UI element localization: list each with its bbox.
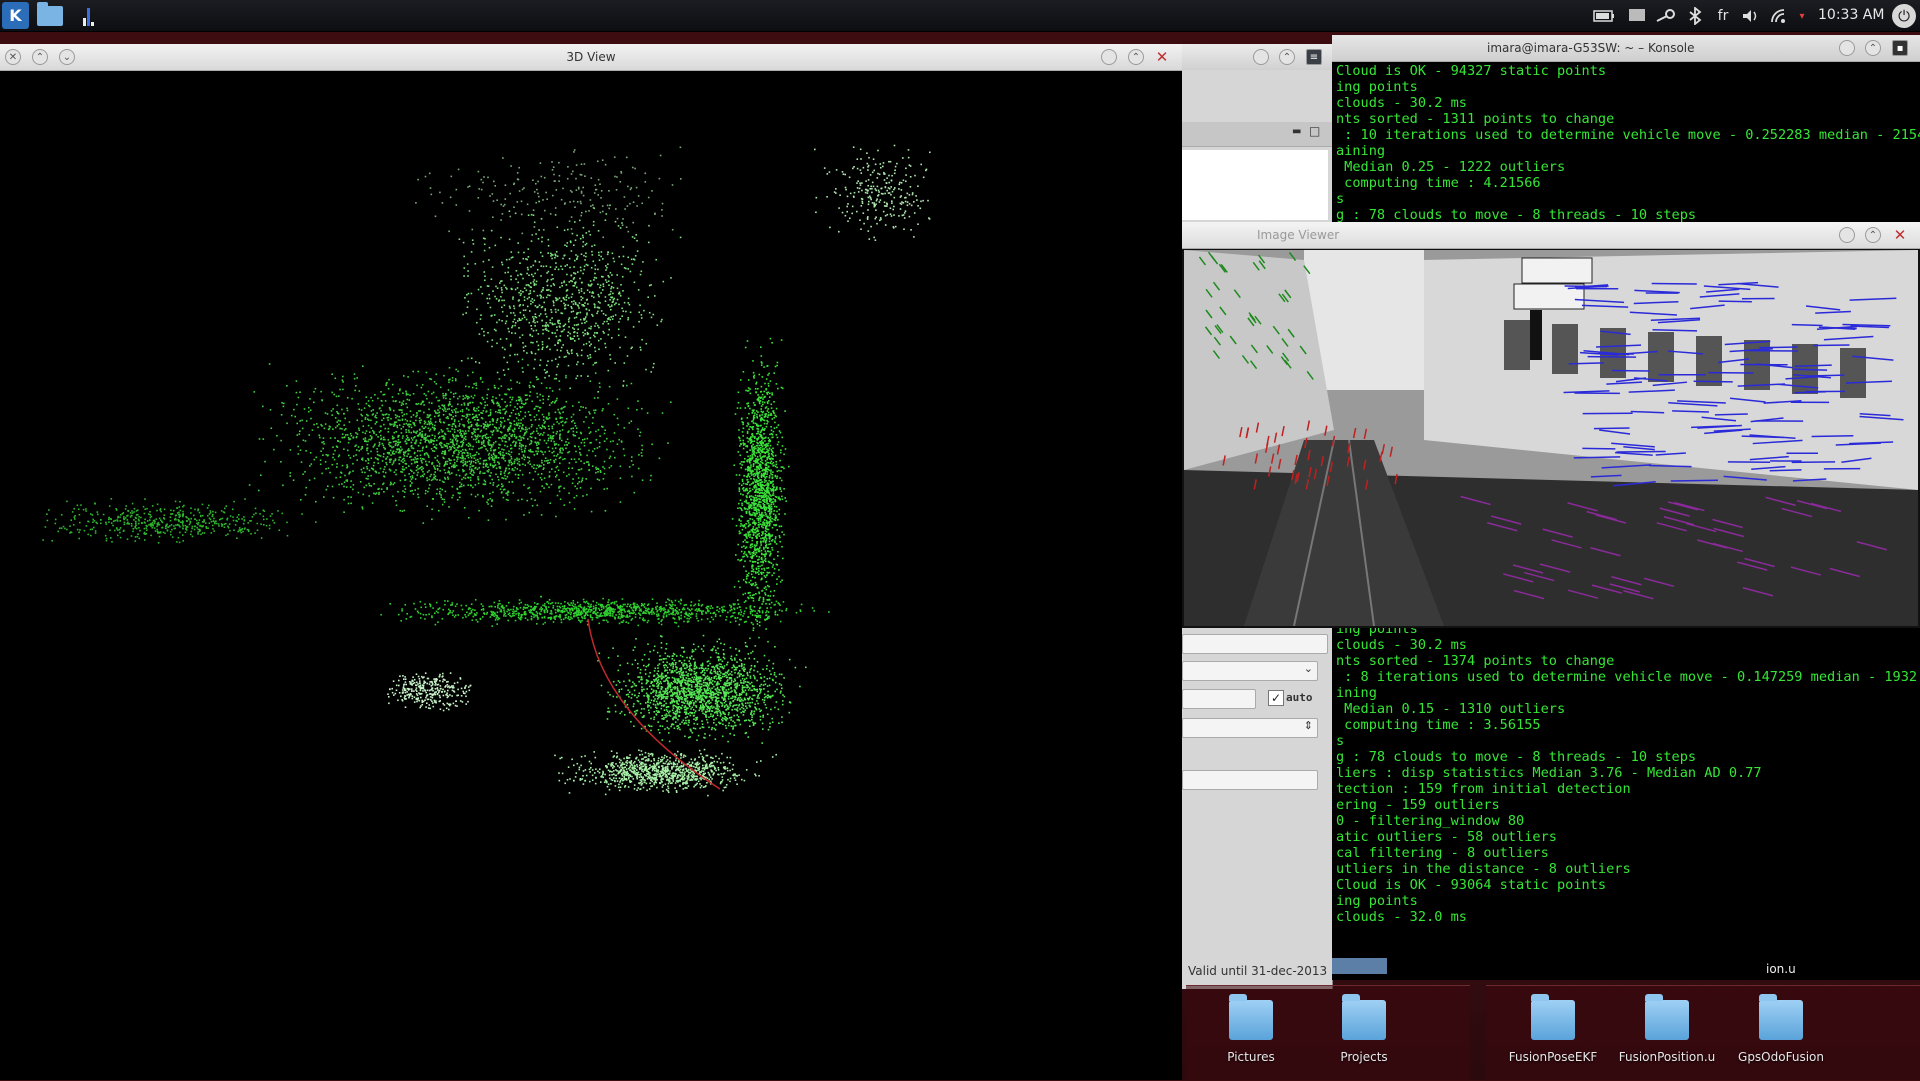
- task-widget-icon[interactable]: [74, 2, 101, 29]
- terminal-line: 0 - filtering_window 80: [1336, 813, 1524, 829]
- terminal-line: Median 0.25 - 1222 outliers: [1336, 159, 1565, 175]
- dock-strip: ▬ □: [1182, 122, 1332, 147]
- desktop-icon-pictures[interactable]: Pictures: [1196, 1000, 1306, 1064]
- close-icon[interactable]: ✕: [1154, 49, 1170, 65]
- konsole-titlebar: imara@imara-G53SW: ~ – Konsole ⌃ ▪: [1332, 35, 1920, 62]
- keyboard-layout[interactable]: fr: [1712, 6, 1734, 26]
- display-icon[interactable]: [1626, 6, 1648, 26]
- minimize-icon[interactable]: [1839, 40, 1855, 56]
- clock[interactable]: 10:33 AM: [1818, 7, 1884, 23]
- desktop-icon-label: GpsOdoFusion: [1726, 1050, 1836, 1064]
- app-menu-icon[interactable]: ≡: [1306, 49, 1322, 65]
- pictures-folder-icon: [1229, 1000, 1273, 1040]
- top-panel: K fr ▾ 10:33 AM ⏻: [0, 0, 1920, 32]
- tool-select-2[interactable]: ⇕: [1182, 718, 1318, 738]
- folder-icon: [1531, 1000, 1575, 1040]
- terminal-line: clouds - 30.2 ms: [1336, 637, 1467, 653]
- tool-spinbox-1[interactable]: [1182, 689, 1256, 709]
- folder-icon: [1759, 1000, 1803, 1040]
- auto-checkbox[interactable]: ✓: [1268, 690, 1284, 706]
- desktop-icon-gpsodofusion[interactable]: GpsOdoFusion: [1726, 1000, 1836, 1064]
- terminal-line: computing time : 3.56155: [1336, 717, 1541, 733]
- point-cloud-canvas[interactable]: [0, 71, 1182, 1075]
- validity-label: Valid until 31-dec-2013: [1188, 964, 1327, 978]
- tool-field-1[interactable]: [1182, 634, 1328, 654]
- terminal-line: ining: [1336, 685, 1377, 701]
- point-cloud-viewport[interactable]: [0, 71, 1182, 1075]
- shade-icon[interactable]: [1101, 49, 1117, 65]
- notification-arrow-icon[interactable]: ▾: [1796, 6, 1808, 26]
- terminal-line: Median 0.15 - 1310 outliers: [1336, 701, 1565, 717]
- desktop-icon-label: Pictures: [1196, 1050, 1306, 1064]
- terminal-line: tection : 159 from initial detection: [1336, 781, 1631, 797]
- tool-panel-list: [1182, 150, 1328, 220]
- bluetooth-icon[interactable]: [1684, 6, 1706, 26]
- dock-minimize-icon[interactable]: ▬: [1292, 126, 1301, 137]
- desktop-icon-label: FusionPosition.u: [1612, 1050, 1722, 1064]
- desktop-icon-projects[interactable]: Projects: [1309, 1000, 1419, 1064]
- image-viewer-titlebar: Image Viewer ⌃ ✕: [1182, 222, 1920, 249]
- desktop-icon-fusionposition[interactable]: FusionPosition.u: [1612, 1000, 1722, 1064]
- desktop-icon-label: Projects: [1309, 1050, 1419, 1064]
- image-viewer-window: Image Viewer ⌃ ✕: [1182, 222, 1920, 628]
- auto-checkbox-label: auto: [1286, 691, 1313, 704]
- maximize-icon[interactable]: ⌃: [1865, 40, 1881, 56]
- terminal-line: atic outliers - 58 outliers: [1336, 829, 1557, 845]
- tool-panel-titlebar: ⌃ ≡: [1182, 44, 1332, 70]
- terminal-line: aining: [1336, 143, 1385, 159]
- terminal-line: cal filtering - 8 outliers: [1336, 845, 1549, 861]
- 3d-view-titlebar: ✕ ⌃ ⌄ 3D View ⌃ ✕: [0, 44, 1182, 71]
- projects-folder-icon: [1342, 1000, 1386, 1040]
- terminal-line: liers : disp statistics Median 3.76 - Me…: [1336, 765, 1762, 781]
- terminal-line: ering - 159 outliers: [1336, 797, 1500, 813]
- terminal-line: Cloud is OK - 93064 static points: [1336, 877, 1606, 893]
- terminal-line: ing points: [1336, 79, 1418, 95]
- terminal-line: computing time : 4.21566: [1336, 175, 1541, 191]
- desktop-icon-fusionposeekf[interactable]: FusionPoseEKF: [1498, 1000, 1608, 1064]
- tool-select-1[interactable]: ⌄: [1182, 661, 1318, 681]
- terminal-line: ing points: [1336, 893, 1418, 909]
- folder-icon[interactable]: [36, 2, 63, 29]
- terminal-line: g : 78 clouds to move - 8 threads - 10 s…: [1336, 749, 1696, 765]
- terminal-line: s: [1336, 191, 1344, 207]
- close-icon[interactable]: ✕: [1892, 227, 1908, 243]
- terminal-line: utliers in the distance - 8 outliers: [1336, 861, 1631, 877]
- terminal-line: Cloud is OK - 94327 static points: [1336, 63, 1606, 79]
- minimize-icon[interactable]: [1253, 49, 1269, 65]
- terminal-line: clouds - 30.2 ms: [1336, 95, 1467, 111]
- dock-float-icon[interactable]: □: [1309, 124, 1320, 138]
- keep-above-icon[interactable]: ⌃: [1128, 49, 1144, 65]
- terminal-line: nts sorted - 1374 points to change: [1336, 653, 1614, 669]
- close-icon[interactable]: ▪: [1892, 40, 1908, 56]
- up-down-icon: ⇕: [1304, 719, 1313, 732]
- selection-bar: [1332, 958, 1387, 974]
- terminal-line: s: [1336, 733, 1344, 749]
- 3d-view-title: 3D View: [0, 50, 1182, 64]
- terminal-line: nts sorted - 1311 points to change: [1336, 111, 1614, 127]
- network-icon[interactable]: [1768, 6, 1790, 26]
- maximize-icon[interactable]: ⌃: [1279, 49, 1295, 65]
- power-icon[interactable]: ⏻: [1892, 4, 1916, 28]
- terminal-line: clouds - 32.0 ms: [1336, 909, 1467, 925]
- volume-icon[interactable]: [1740, 6, 1762, 26]
- street-scene-image: [1184, 250, 1918, 626]
- konsole-title: imara@imara-G53SW: ~ – Konsole: [1487, 41, 1695, 55]
- maximize-icon[interactable]: ⌃: [1865, 227, 1881, 243]
- terminal-line: : 8 iterations used to determine vehicle…: [1336, 669, 1920, 685]
- battery-icon[interactable]: [1592, 6, 1616, 26]
- terminal-line: g : 78 clouds to move - 8 threads - 10 s…: [1336, 207, 1696, 223]
- camera-image[interactable]: [1184, 250, 1918, 626]
- folder-icon: [1645, 1000, 1689, 1040]
- desktop-file-label[interactable]: ion.u: [1766, 962, 1796, 976]
- 3d-view-window: ✕ ⌃ ⌄ 3D View ⌃ ✕: [0, 44, 1182, 1080]
- tool-field-2[interactable]: [1182, 770, 1318, 790]
- image-viewer-title: Image Viewer: [1257, 228, 1339, 242]
- steam-icon[interactable]: [1654, 6, 1678, 26]
- kde-menu-icon[interactable]: K: [2, 2, 29, 29]
- minimize-icon[interactable]: [1839, 227, 1855, 243]
- chevron-down-icon: ⌄: [1304, 662, 1313, 675]
- terminal-line: : 10 iterations used to determine vehicl…: [1336, 127, 1920, 143]
- desktop-icon-label: FusionPoseEKF: [1498, 1050, 1608, 1064]
